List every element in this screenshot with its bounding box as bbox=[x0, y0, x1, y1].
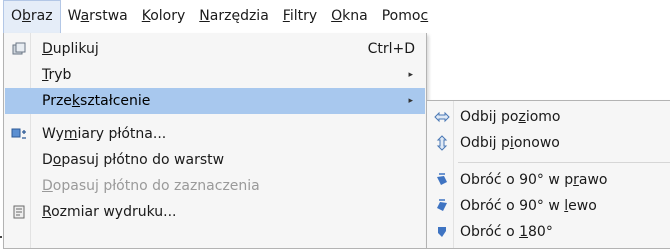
menu-item-label: Duplikuj bbox=[42, 41, 99, 57]
menu-item-flip-horizontal[interactable]: Odbij poziomo bbox=[428, 104, 669, 130]
menu-item-transform[interactable]: Przekształcenie ▸ bbox=[5, 88, 425, 114]
print-size-icon bbox=[11, 204, 27, 220]
menu-item-label: Obróć o 90° w lewo bbox=[460, 198, 597, 214]
menu-item-rotate-90-right[interactable]: Obróć o 90° w prawo bbox=[428, 167, 669, 193]
menu-item-label: Dopasuj płótno do zaznaczenia bbox=[42, 178, 260, 194]
menu-item-fit-canvas-to-selection: Dopasuj płótno do zaznaczenia bbox=[5, 173, 425, 199]
menu-item-mode[interactable]: Tryb ▸ bbox=[5, 62, 425, 88]
menu-item-label: Tryb bbox=[42, 67, 72, 83]
menu-filters[interactable]: Filtry bbox=[276, 0, 324, 33]
rotate-right-icon bbox=[434, 172, 450, 188]
menu-item-rotate-90-left[interactable]: Obróć o 90° w lewo bbox=[428, 193, 669, 219]
rotate-left-icon bbox=[434, 198, 450, 214]
menu-help[interactable]: Pomoc bbox=[375, 0, 435, 33]
menu-item-label: Odbij poziomo bbox=[460, 109, 561, 125]
flip-horizontal-icon bbox=[434, 109, 450, 125]
canvas-size-icon bbox=[11, 126, 27, 142]
menu-windows[interactable]: Okna bbox=[324, 0, 375, 33]
menu-item-duplicate[interactable]: Duplikuj Ctrl+D bbox=[5, 36, 425, 62]
menu-image[interactable]: Obraz bbox=[3, 0, 61, 33]
menu-item-label: Wymiary płótna... bbox=[42, 126, 167, 142]
menu-item-label: Obróć o 180° bbox=[460, 224, 553, 240]
rotate-180-icon bbox=[434, 224, 450, 240]
menu-item-label: Odbij pionowo bbox=[460, 135, 560, 151]
menu-item-print-size[interactable]: Rozmiar wydruku... bbox=[5, 199, 425, 225]
transform-submenu: Odbij poziomo Odbij pionowo Obróć o 90° … bbox=[426, 100, 670, 249]
menu-item-fit-canvas-to-layers[interactable]: Dopasuj płótno do warstw bbox=[5, 147, 425, 173]
menu-item-label: Przekształcenie bbox=[42, 93, 151, 109]
shortcut-label: Ctrl+D bbox=[367, 41, 415, 57]
menu-item-label: Dopasuj płótno do warstw bbox=[42, 152, 225, 168]
menu-item-label: Rozmiar wydruku... bbox=[42, 204, 177, 220]
menu-item-canvas-size[interactable]: Wymiary płótna... bbox=[5, 121, 425, 147]
duplicate-icon bbox=[11, 41, 27, 57]
image-menu: Duplikuj Ctrl+D Tryb ▸ Przekształcenie ▸… bbox=[3, 33, 427, 249]
menu-item-label: Obróć o 90° w prawo bbox=[460, 172, 608, 188]
flip-vertical-icon bbox=[434, 135, 450, 151]
menu-separator bbox=[458, 162, 670, 163]
menu-layer[interactable]: Warstwa bbox=[61, 0, 135, 33]
menu-colors[interactable]: Kolory bbox=[135, 0, 193, 33]
menu-tools[interactable]: Narzędzia bbox=[192, 0, 276, 33]
submenu-arrow-icon: ▸ bbox=[408, 96, 413, 106]
menu-item-rotate-180[interactable]: Obróć o 180° bbox=[428, 219, 669, 245]
menubar: Obraz Warstwa Kolory Narzędzia Filtry Ok… bbox=[0, 0, 670, 33]
mouse-pointer-mark bbox=[0, 236, 2, 238]
menu-item-flip-vertical[interactable]: Odbij pionowo bbox=[428, 130, 669, 156]
submenu-arrow-icon: ▸ bbox=[408, 70, 413, 80]
